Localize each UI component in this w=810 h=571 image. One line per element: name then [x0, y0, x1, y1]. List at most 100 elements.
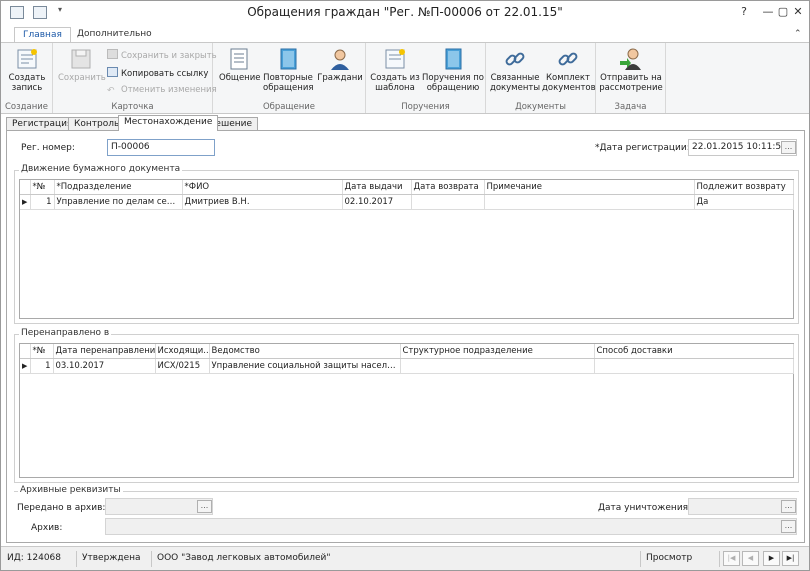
archive-field[interactable]	[105, 518, 797, 535]
row-indicator-icon: ▶	[20, 194, 31, 210]
citizens-label: Граждани	[317, 73, 363, 83]
reg-date-label: *Дата регистрации:	[595, 143, 690, 153]
cell-fio[interactable]: Дмитриев В.Н.	[182, 194, 343, 210]
col-note[interactable]: Примечание	[484, 180, 695, 195]
ribbon-group-create: Создать запись Создание	[1, 43, 53, 113]
archive-title: Архивные реквизиты	[18, 485, 123, 495]
redirected-table: *№ Дата перенаправления Исходящи... Ведо…	[20, 344, 794, 374]
cell-note[interactable]	[484, 194, 695, 210]
movement-table: *№ *Подразделение *ФИО Дата выдачи Дата …	[20, 180, 794, 210]
save-button[interactable]: Сохранить	[58, 47, 106, 83]
redirected-header-row: *№ Дата перенаправления Исходящи... Ведо…	[20, 344, 794, 359]
col-return-date[interactable]: Дата возврата	[411, 180, 485, 195]
undo-icon: ↶	[107, 86, 115, 96]
col-delivery-method[interactable]: Способ доставки	[594, 344, 794, 359]
col-outgoing[interactable]: Исходящи...	[155, 344, 210, 359]
group-label-documents: Документы	[515, 102, 566, 112]
help-button[interactable]: ?	[733, 3, 755, 21]
cell-agency[interactable]: Управление социальной защиты населени...	[209, 358, 401, 374]
reg-date-value: 22.01.2015 10:11:50	[692, 142, 787, 152]
archive-picker-button[interactable]: ...	[781, 520, 796, 533]
copy-link-icon	[107, 67, 118, 77]
window-title: Обращения граждан "Рег. №П-00006 от 22.0…	[247, 5, 563, 19]
col-department[interactable]: *Подразделение	[54, 180, 183, 195]
appeal-orders-button[interactable]: Поручения по обращению	[421, 47, 485, 93]
destruction-date-picker-button[interactable]: ...	[781, 500, 796, 513]
linked-label-2: документы	[489, 83, 541, 93]
ribbon-group-task: Отправить на рассмотрение Задача	[596, 43, 666, 113]
col-must-return[interactable]: Подлежит возврату	[694, 180, 794, 195]
cell-return-date[interactable]	[411, 194, 485, 210]
general-button[interactable]: Общение	[219, 47, 261, 83]
save-close-icon	[107, 49, 118, 59]
nav-first-button[interactable]: |◀	[723, 551, 740, 566]
general-label: Общение	[219, 73, 261, 83]
send-for-review-button[interactable]: Отправить на рассмотрение	[598, 47, 664, 93]
cell-issue-date[interactable]: 02.10.2017	[342, 194, 412, 210]
ribbon: Создать запись Создание Сохранить Сохран…	[1, 42, 809, 114]
save-close-label: Сохранить и закрыть	[121, 51, 217, 61]
nav-prev-button[interactable]: ◀	[742, 551, 759, 566]
group-label-create: Создание	[4, 102, 49, 112]
linked-label-1: Связанные	[490, 73, 540, 83]
document-set-button[interactable]: Комплект документов	[542, 47, 596, 93]
template-icon	[385, 49, 405, 69]
create-record-button[interactable]: Создать запись	[7, 47, 47, 93]
cell-structural-unit[interactable]	[400, 358, 595, 374]
close-button[interactable]: ✕	[787, 3, 809, 21]
create-from-template-button[interactable]: Создать из шаблона	[370, 47, 420, 93]
record-id: ИД: 124068	[3, 551, 77, 567]
tab-control[interactable]: Контроль	[68, 117, 126, 131]
cell-number[interactable]: 1	[30, 194, 55, 210]
cancel-changes-label: Отменить изменения	[121, 85, 217, 95]
title-bar: ▾ Обращения граждан "Рег. №П-00006 от 22…	[1, 1, 809, 25]
save-close-button[interactable]: Сохранить и закрыть	[107, 49, 217, 61]
reg-number-field[interactable]: П-00006	[107, 139, 215, 156]
col-redirect-date[interactable]: Дата перенаправления	[53, 344, 156, 359]
destruction-date-label: Дата уничтожения:	[598, 503, 692, 513]
col-agency[interactable]: Ведомство	[209, 344, 401, 359]
application-window: ▾ Обращения граждан "Рег. №П-00006 от 22…	[0, 0, 810, 571]
general-icon	[230, 48, 248, 70]
repeat-appeals-button[interactable]: Повторные обращения	[263, 47, 313, 93]
ribbon-group-documents: Связанные документы Комплект документов …	[486, 43, 596, 113]
cell-department[interactable]: Управление по делам семьи...	[54, 194, 183, 210]
group-label-card: Карточка	[111, 102, 154, 112]
repeat-label-2: обращения	[263, 83, 314, 93]
ribbon-tab-extra[interactable]: Дополнительно	[69, 27, 160, 43]
send-label-1: Отправить на	[600, 73, 662, 83]
cell-outgoing[interactable]: ИСХ/0215	[155, 358, 210, 374]
col-fio[interactable]: *ФИО	[182, 180, 343, 195]
redirected-grid[interactable]: *№ Дата перенаправления Исходящи... Ведо…	[19, 343, 794, 478]
citizens-button[interactable]: Граждани	[316, 47, 364, 83]
transferred-archive-picker-button[interactable]: ...	[197, 500, 212, 513]
tab-location[interactable]: Местонахождение	[118, 115, 219, 131]
reg-date-picker-button[interactable]: ...	[781, 141, 796, 154]
orders-label-2: обращению	[426, 83, 480, 93]
col-structural-unit[interactable]: Структурное подразделение	[400, 344, 595, 359]
col-number[interactable]: *№	[30, 344, 54, 359]
cell-must-return[interactable]: Да	[694, 194, 794, 210]
movement-grid[interactable]: *№ *Подразделение *ФИО Дата выдачи Дата …	[19, 179, 794, 319]
set-label-1: Комплект	[546, 73, 590, 83]
cell-number[interactable]: 1	[30, 358, 54, 374]
from-template-label-1: Создать из	[370, 73, 420, 83]
save-icon	[71, 49, 91, 69]
set-label-2: документов	[542, 83, 596, 93]
group-label-orders: Поручения	[401, 102, 450, 112]
cell-redirect-date[interactable]: 03.10.2017	[53, 358, 156, 374]
table-row[interactable]: ▶ 1 Управление по делам семьи... Дмитрие…	[20, 194, 794, 210]
ribbon-tab-home[interactable]: Главная	[14, 27, 71, 43]
linked-documents-button[interactable]: Связанные документы	[489, 47, 541, 93]
person-icon	[331, 49, 349, 70]
table-row[interactable]: ▶ 1 03.10.2017 ИСХ/0215 Управление социа…	[20, 358, 794, 374]
ribbon-group-orders: Создать из шаблона Поручения по обращени…	[366, 43, 486, 113]
copy-link-button[interactable]: Копировать ссылку	[107, 67, 208, 79]
col-number[interactable]: *№	[30, 180, 55, 195]
nav-last-button[interactable]: ▶|	[782, 551, 799, 566]
cancel-changes-button[interactable]: ↶ Отменить изменения	[107, 85, 217, 97]
col-issue-date[interactable]: Дата выдачи	[342, 180, 412, 195]
cell-delivery-method[interactable]	[594, 358, 794, 374]
ribbon-collapse-icon[interactable]: ⌃	[794, 29, 802, 39]
nav-next-button[interactable]: ▶	[763, 551, 780, 566]
